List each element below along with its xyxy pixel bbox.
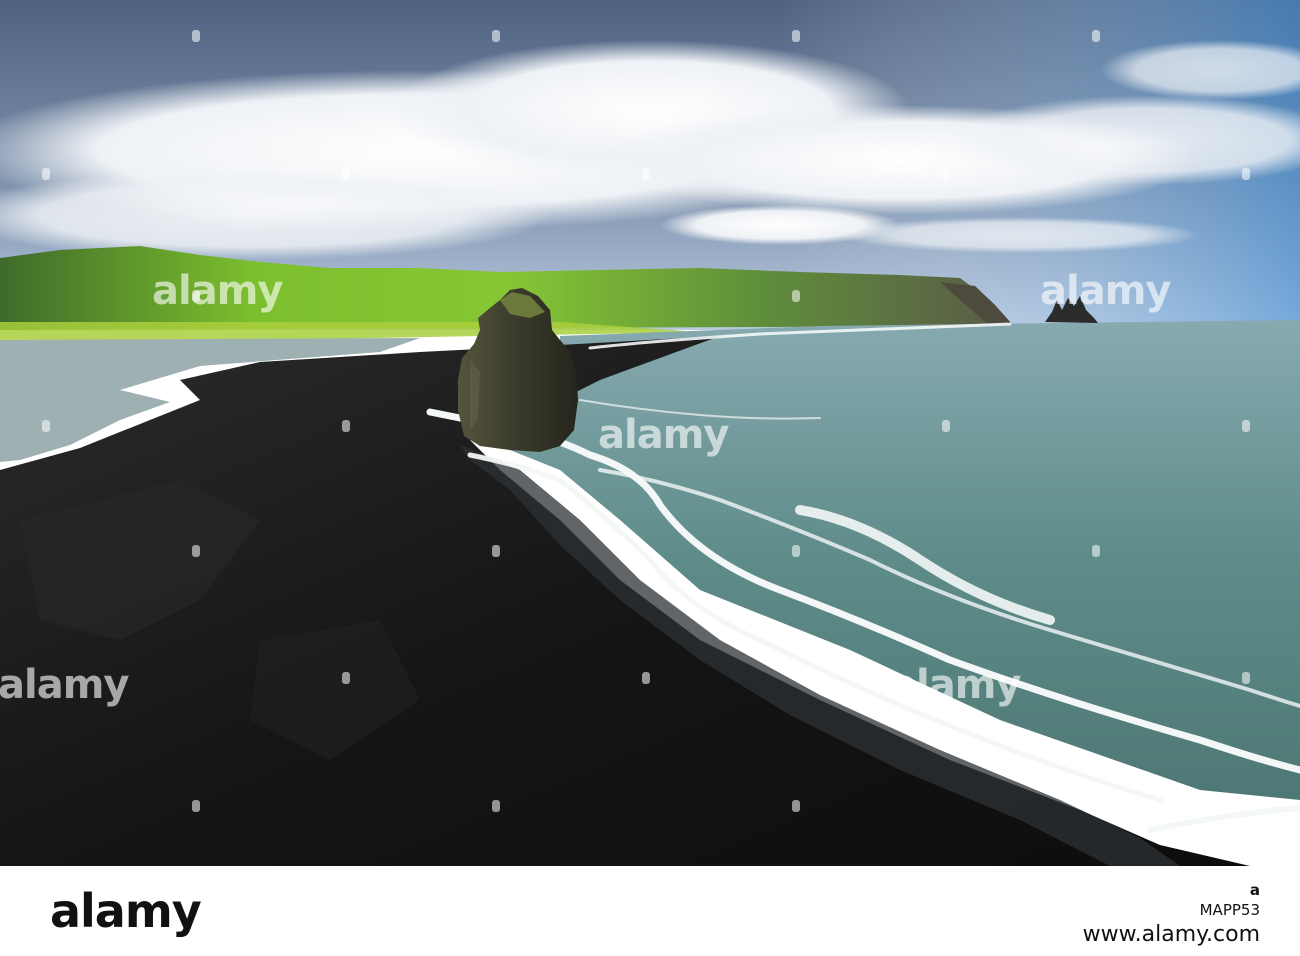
watermark-mark [642,168,650,180]
watermark-mark [1242,420,1250,432]
watermark-mark [492,800,500,812]
stock-id-line2: MAPP53 [1199,901,1260,919]
watermark-mark [192,290,200,302]
watermark-mark [1092,800,1100,812]
watermark-mark [342,420,350,432]
stock-id-line1: a [1249,881,1260,899]
watermark-mark [42,168,50,180]
watermark-mark [342,672,350,684]
watermark-mark [792,290,800,302]
watermark-mark [1092,30,1100,42]
watermark-mark [642,672,650,684]
stock-footer: alamy a MAPP53 www.alamy.com [0,866,1300,956]
watermark-mark [492,545,500,557]
watermark-mark [192,30,200,42]
watermark-mark [792,545,800,557]
watermark-mark [1092,545,1100,557]
watermark-mark [792,30,800,42]
watermark-mark [42,420,50,432]
watermark-mark [1242,672,1250,684]
watermark-mark [192,545,200,557]
footer-url: www.alamy.com [1082,922,1260,947]
landscape-photo: alamy alamy alamy alamy alamy [0,0,1300,866]
watermark-mark [792,800,800,812]
watermark-mark [342,168,350,180]
watermark-mark [492,30,500,42]
watermark-mark [942,168,950,180]
watermark-mark [192,800,200,812]
footer-logo: alamy [50,884,202,938]
stock-id: a MAPP53 [1200,880,1260,920]
watermark-mark [942,420,950,432]
watermark-mark [1242,168,1250,180]
